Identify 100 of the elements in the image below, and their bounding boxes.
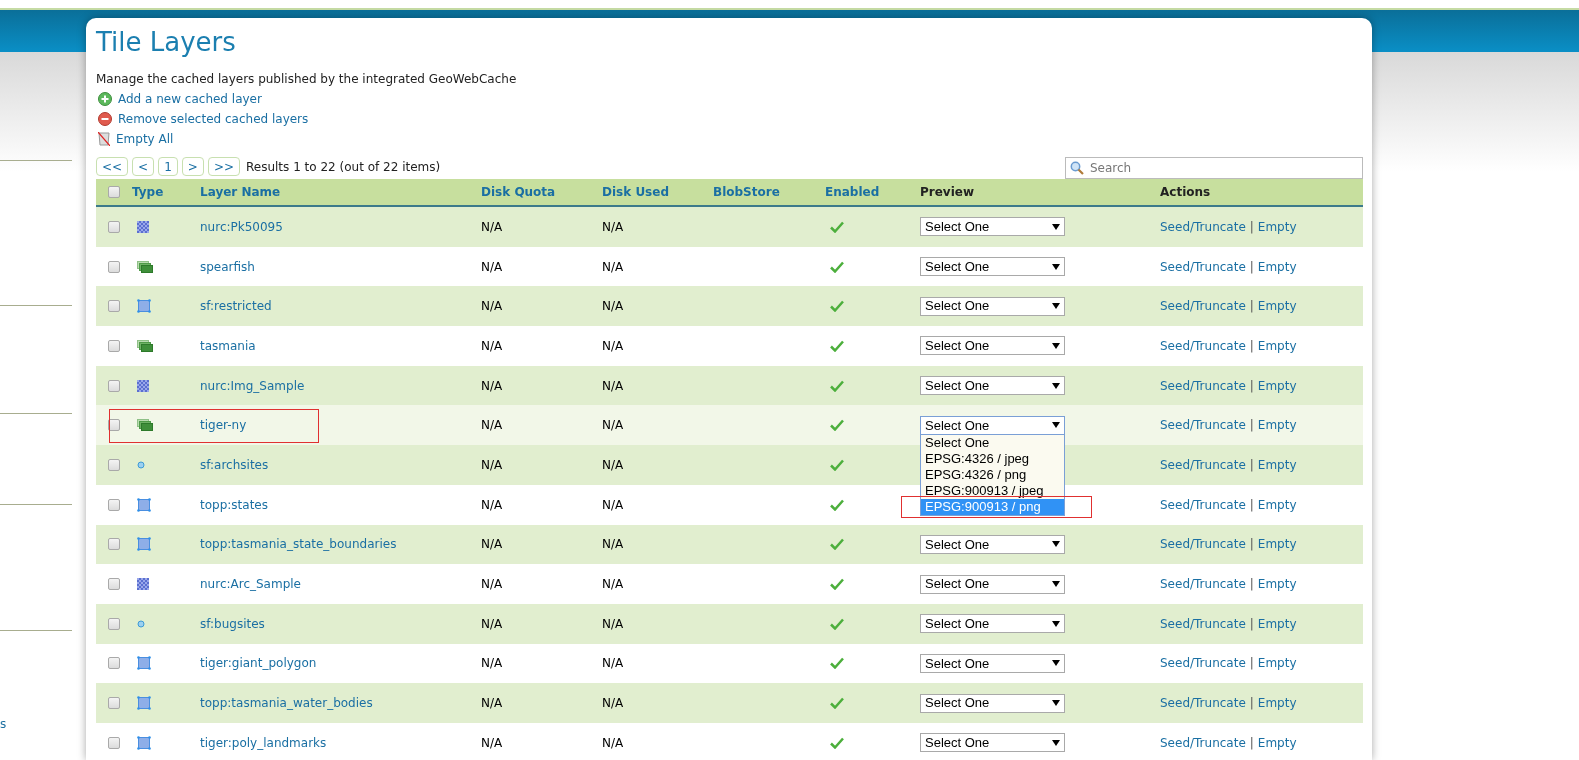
layer-name-link[interactable]: tiger:giant_polygon — [200, 656, 317, 671]
empty-link[interactable]: Empty — [1257, 654, 1297, 673]
row-checkbox[interactable] — [108, 617, 120, 630]
empty-link[interactable]: Empty — [1257, 455, 1297, 474]
layer-name-link[interactable]: tasmania — [200, 338, 256, 353]
dropdown-option[interactable]: EPSG:4326 / png — [921, 466, 1064, 483]
preview-select[interactable]: Select One — [920, 614, 1065, 634]
empty-link[interactable]: Empty — [1257, 575, 1297, 594]
pager-button[interactable]: > — [181, 157, 204, 176]
seed-truncate-link[interactable]: Seed/Truncate — [1160, 257, 1246, 276]
empty-link[interactable]: Empty — [1257, 416, 1297, 435]
seed-truncate-link[interactable]: Seed/Truncate — [1160, 535, 1246, 554]
row-checkbox[interactable] — [108, 186, 120, 198]
search-field[interactable]: Search — [1065, 157, 1363, 179]
column-header[interactable]: Disk Quota — [481, 185, 556, 199]
layer-name-link[interactable]: sf:restricted — [200, 299, 272, 314]
caret-icon — [1052, 263, 1060, 270]
preview-select[interactable]: Select One — [920, 653, 1065, 673]
empty-link[interactable]: Empty — [1257, 257, 1297, 276]
row-checkbox[interactable] — [108, 736, 120, 749]
row-checkbox[interactable] — [108, 538, 120, 551]
empty-link[interactable]: Empty — [1257, 733, 1297, 752]
dropdown-option[interactable]: Select One — [921, 434, 1064, 451]
layer-name-link[interactable]: nurc:Pk50095 — [200, 219, 283, 234]
row-checkbox[interactable] — [108, 458, 120, 471]
seed-truncate-link[interactable]: Seed/Truncate — [1160, 455, 1246, 474]
disk-quota-text: N/A — [481, 616, 503, 631]
seed-truncate-link[interactable]: Seed/Truncate — [1160, 416, 1246, 435]
seed-truncate-link[interactable]: Seed/Truncate — [1160, 495, 1246, 514]
row-checkbox[interactable] — [108, 339, 120, 352]
row-checkbox[interactable] — [108, 220, 120, 233]
row-checkbox[interactable] — [108, 657, 120, 670]
empty-link[interactable]: Empty — [1257, 376, 1297, 395]
action-link[interactable]: Empty All — [116, 130, 174, 148]
seed-truncate-link[interactable]: Seed/Truncate — [1160, 694, 1246, 713]
empty-link[interactable]: Empty — [1257, 694, 1297, 713]
disk-used-text: N/A — [602, 299, 624, 314]
seed-truncate-link[interactable]: Seed/Truncate — [1160, 336, 1246, 355]
empty-link[interactable]: Empty — [1257, 495, 1297, 514]
preview-select[interactable]: Select One — [920, 336, 1065, 356]
pager-button[interactable]: >> — [207, 157, 240, 176]
preview-select[interactable]: Select One — [920, 257, 1065, 277]
layer-name-link[interactable]: topp:tasmania_state_boundaries — [200, 537, 397, 552]
layer-name-link[interactable]: spearfish — [200, 259, 255, 274]
row-checkbox[interactable] — [108, 697, 120, 710]
preview-select[interactable]: Select One — [920, 693, 1065, 713]
preview-select[interactable]: Select One — [920, 217, 1065, 237]
caret-icon — [1052, 541, 1060, 548]
layer-name-link[interactable]: nurc:Arc_Sample — [200, 577, 301, 592]
action-link[interactable]: Add a new cached layer — [118, 90, 262, 108]
action-link[interactable]: Remove selected cached layers — [118, 110, 309, 128]
row-checkbox[interactable] — [108, 498, 120, 511]
layer-name-link[interactable]: topp:states — [200, 497, 268, 512]
preview-select[interactable]: Select One — [920, 415, 1065, 435]
row-checkbox[interactable] — [108, 300, 120, 313]
column-header[interactable]: Disk Used — [602, 185, 669, 199]
layer-name-link[interactable]: topp:tasmania_water_bodies — [200, 696, 373, 711]
seed-truncate-link[interactable]: Seed/Truncate — [1160, 575, 1246, 594]
page-title: Tile Layers — [96, 26, 237, 58]
preview-select[interactable]: Select One — [920, 733, 1065, 753]
column-header[interactable]: Type — [132, 185, 164, 199]
pager-button[interactable]: < — [132, 157, 155, 176]
caret-icon — [1052, 660, 1060, 667]
empty-link[interactable]: Empty — [1257, 535, 1297, 554]
polygon-icon — [137, 656, 151, 671]
layer-name-link[interactable]: nurc:Img_Sample — [200, 378, 305, 393]
layer-name-link[interactable]: tiger-ny — [200, 418, 247, 433]
empty-link[interactable]: Empty — [1257, 614, 1297, 633]
seed-truncate-link[interactable]: Seed/Truncate — [1160, 733, 1246, 752]
row-checkbox[interactable] — [108, 419, 120, 432]
disk-quota-text: N/A — [481, 696, 503, 711]
dropdown-option[interactable]: EPSG:900913 / png — [921, 498, 1064, 515]
preview-select[interactable]: Select One — [920, 376, 1065, 396]
layer-name-link[interactable]: sf:archsites — [200, 457, 269, 472]
layer-name-link[interactable]: tiger:poly_landmarks — [200, 735, 327, 750]
preview-select[interactable]: Select One — [920, 296, 1065, 316]
seed-truncate-link[interactable]: Seed/Truncate — [1160, 297, 1246, 316]
caret-icon — [1052, 342, 1060, 349]
column-header[interactable]: BlobStore — [713, 185, 780, 199]
row-checkbox[interactable] — [108, 578, 120, 591]
dropdown-option[interactable]: EPSG:4326 / jpeg — [921, 450, 1064, 467]
column-header[interactable]: Enabled — [825, 185, 880, 199]
row-checkbox[interactable] — [108, 379, 120, 392]
seed-truncate-link[interactable]: Seed/Truncate — [1160, 217, 1246, 236]
seed-truncate-link[interactable]: Seed/Truncate — [1160, 376, 1246, 395]
seed-truncate-link[interactable]: Seed/Truncate — [1160, 654, 1246, 673]
disk-quota-text: N/A — [481, 418, 503, 433]
pager-button[interactable]: << — [96, 157, 129, 176]
layers-icon — [137, 419, 153, 432]
empty-link[interactable]: Empty — [1257, 297, 1297, 316]
empty-link[interactable]: Empty — [1257, 336, 1297, 355]
layer-name-link[interactable]: sf:bugsites — [200, 616, 265, 631]
row-checkbox[interactable] — [108, 260, 120, 273]
column-header[interactable]: Layer Name — [200, 185, 281, 199]
disk-used-text: N/A — [602, 656, 624, 671]
seed-truncate-link[interactable]: Seed/Truncate — [1160, 614, 1246, 633]
pager-button[interactable]: 1 — [158, 157, 178, 176]
preview-select[interactable]: Select One — [920, 574, 1065, 594]
preview-select[interactable]: Select One — [920, 534, 1065, 554]
empty-link[interactable]: Empty — [1257, 217, 1297, 236]
